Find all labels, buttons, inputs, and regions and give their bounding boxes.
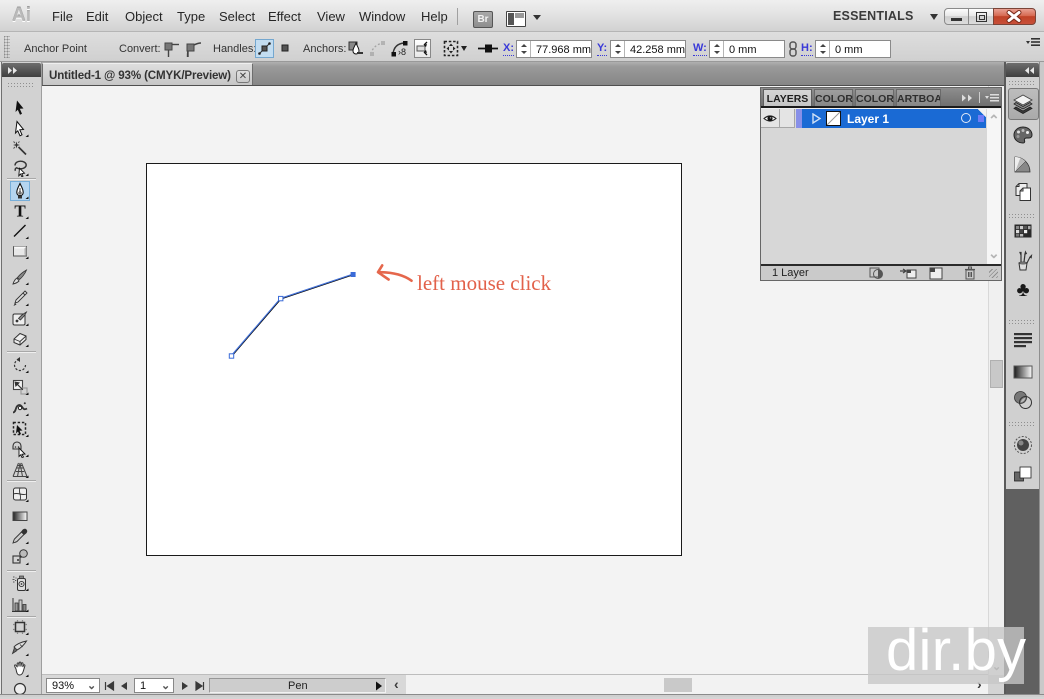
- svg-text:left mouse click: left mouse click: [417, 271, 552, 295]
- svg-text:›8: ›8: [398, 47, 406, 57]
- svg-text:T: T: [14, 202, 26, 220]
- svg-text:♣: ♣: [1016, 279, 1029, 300]
